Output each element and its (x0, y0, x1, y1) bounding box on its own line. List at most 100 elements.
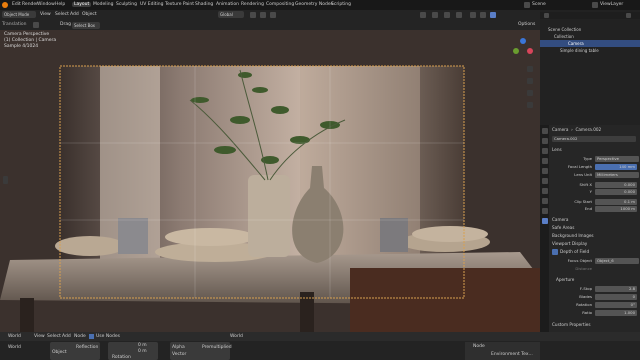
outliner-row-scene-collection[interactable]: Scene Collection (540, 26, 640, 33)
visibility-icon[interactable] (420, 12, 426, 18)
object-tab-icon[interactable] (541, 188, 548, 194)
tool-tab-icon[interactable] (541, 128, 548, 134)
tab-shading[interactable]: Shading (195, 2, 213, 7)
world-tab-icon[interactable] (541, 178, 548, 184)
focal-length-field[interactable]: 140 mm (595, 164, 637, 170)
menu-edit[interactable]: Edit (12, 2, 21, 7)
active-node-name[interactable]: Environment Tex... (491, 352, 533, 357)
tab-scripting[interactable]: Scripting (331, 2, 351, 7)
tab-modeling[interactable]: Modeling (93, 2, 113, 7)
xray-icon[interactable] (456, 12, 462, 18)
menu-help[interactable]: Help (55, 2, 65, 7)
tab-sculpting[interactable]: Sculpting (116, 2, 137, 7)
scene-tab-icon[interactable] (541, 168, 548, 174)
premultiplied-dropdown[interactable]: Premultiplied (202, 345, 232, 350)
pan-icon[interactable] (527, 78, 533, 84)
tab-geometry-nodes[interactable]: Geometry Nodes (295, 2, 333, 7)
clip-start-field[interactable]: 0.1 m (595, 199, 637, 205)
tab-rendering[interactable]: Rendering (241, 2, 264, 7)
camera-data-name-field[interactable]: Camera.002 (552, 136, 636, 142)
rotation-field[interactable]: 0° (595, 302, 637, 308)
world-datablock[interactable]: World (230, 334, 243, 339)
camera-panel-header[interactable]: Camera (552, 217, 568, 222)
shading-material-icon[interactable] (480, 12, 486, 18)
shading-rendered-icon[interactable] (490, 12, 496, 18)
menu-view[interactable]: View (40, 12, 51, 17)
use-nodes-checkbox[interactable] (89, 334, 94, 339)
outliner-row-collection[interactable]: Collection (540, 33, 640, 40)
ortho-toggle-icon[interactable] (527, 102, 533, 108)
ratio-field[interactable]: 1.000 (595, 310, 637, 316)
background-images-panel[interactable]: Background Images (552, 233, 594, 238)
x-axis-icon[interactable] (527, 48, 533, 54)
camera-type-dropdown[interactable]: Perspective (595, 156, 639, 162)
zoom-icon[interactable] (527, 66, 533, 72)
navigation-gizmo[interactable] (513, 38, 533, 58)
blades-field[interactable]: 0 (595, 294, 637, 300)
overlay-icon[interactable] (444, 12, 450, 18)
outliner-row-camera[interactable]: Camera (540, 40, 640, 47)
shading-solid-icon[interactable] (470, 12, 476, 18)
snap-icon[interactable] (260, 12, 266, 18)
image-texture-node[interactable]: Alpha Premultiplied Vector (170, 342, 232, 360)
y-axis-icon[interactable] (513, 48, 519, 54)
node-sidebar-title[interactable]: Node (473, 344, 485, 349)
lens-unit-dropdown[interactable]: Millimeters (595, 172, 639, 178)
render-tab-icon[interactable] (541, 138, 548, 144)
select-box-dropdown[interactable]: Select Box (72, 21, 100, 29)
tab-uv-editing[interactable]: UV Editing (140, 2, 163, 7)
clip-end-field[interactable]: 1000 m (595, 206, 637, 212)
tab-animation[interactable]: Animation (216, 2, 239, 7)
custom-properties-panel[interactable]: Custom Properties (552, 322, 591, 327)
camera-view-icon[interactable] (527, 90, 533, 96)
shift-x-field[interactable]: 0.000 (595, 182, 637, 188)
viewport-display-panel[interactable]: Viewport Display (552, 241, 587, 246)
toolbar-toggle-icon[interactable] (3, 176, 8, 184)
menu-add[interactable]: Add (70, 12, 79, 17)
camera-data-tab-icon[interactable] (541, 218, 548, 224)
dof-panel-header[interactable]: Depth of Field (560, 249, 589, 254)
location-x-value[interactable]: 0 m (138, 343, 147, 348)
tab-layout[interactable]: Layout (72, 2, 92, 7)
orientation-dropdown[interactable]: Global (218, 11, 244, 18)
blender-logo-icon[interactable] (2, 2, 8, 8)
tab-texture-paint[interactable]: Texture Paint (165, 2, 194, 7)
focus-object-field[interactable]: Object_6 (595, 258, 639, 264)
filter-icon[interactable] (626, 13, 631, 18)
location-y-value[interactable]: 0 m (138, 349, 147, 354)
gizmo-icon[interactable] (432, 12, 438, 18)
outliner-row-table[interactable]: Simple dining table (540, 47, 640, 54)
node-editor[interactable]: World View Select Add Node Use Nodes Wor… (0, 332, 640, 360)
menu-object[interactable]: Object (82, 12, 97, 17)
aperture-panel-header[interactable]: Aperture (556, 277, 574, 282)
node-menu-select[interactable]: Select (47, 334, 61, 339)
menu-window[interactable]: Window (37, 2, 55, 7)
node-menu-node[interactable]: Node (74, 334, 86, 339)
proportional-edit-icon[interactable] (270, 12, 276, 18)
fstop-field[interactable]: 2.8 (595, 286, 637, 292)
node-menu-view[interactable]: View (34, 334, 45, 339)
outliner-display-icon[interactable] (544, 13, 549, 18)
z-axis-icon[interactable] (520, 38, 526, 44)
tab-compositing[interactable]: Compositing (266, 2, 294, 7)
physics-tab-icon[interactable] (541, 198, 548, 204)
scene-name[interactable]: Scene (532, 2, 546, 7)
dof-checkbox[interactable] (552, 249, 558, 255)
node-menu-add[interactable]: Add (62, 334, 71, 339)
3d-viewport[interactable]: Camera Perspective (1) Collection | Came… (0, 30, 540, 332)
transform-icon[interactable] (33, 22, 39, 28)
view-layer-name[interactable]: ViewLayer (600, 2, 623, 7)
constraints-tab-icon[interactable] (541, 208, 548, 214)
world-type-label[interactable]: World (8, 334, 21, 339)
lens-panel-header[interactable]: Lens (552, 147, 562, 152)
view-layer-tab-icon[interactable] (541, 158, 548, 164)
menu-select[interactable]: Select (55, 12, 69, 17)
mode-dropdown[interactable]: Object Mode (2, 11, 36, 18)
options-button[interactable]: Options (518, 22, 535, 27)
texture-coordinate-node[interactable]: Object Reflection (50, 342, 100, 360)
safe-areas-panel[interactable]: Safe Areas (552, 225, 574, 230)
output-tab-icon[interactable] (541, 148, 548, 154)
mapping-node[interactable]: 0 m 0 m Rotation (108, 342, 158, 360)
pivot-icon[interactable] (250, 12, 256, 18)
shift-y-field[interactable]: 0.000 (595, 189, 637, 195)
